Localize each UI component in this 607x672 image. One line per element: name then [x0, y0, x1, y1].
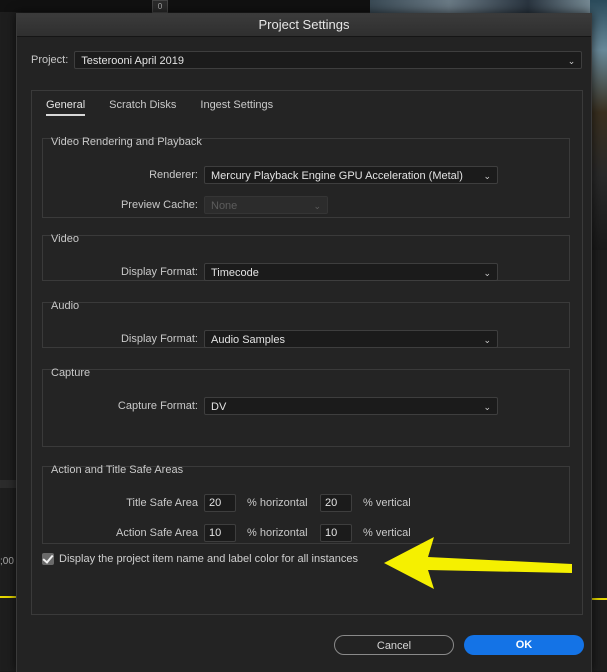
- annotation-arrow-icon: [384, 537, 572, 589]
- action-safe-label: Action Safe Area: [116, 527, 198, 539]
- audio-display-format-label: Display Format:: [120, 333, 198, 345]
- preview-cache-select: None ⌄: [204, 196, 328, 214]
- title-safe-vertical-unit: % vertical: [363, 497, 411, 509]
- chevron-down-icon: ⌄: [483, 402, 491, 412]
- title-safe-horizontal-input[interactable]: 20: [204, 494, 236, 512]
- title-safe-vertical-input[interactable]: 20: [320, 494, 352, 512]
- background-timecode: ;00: [0, 556, 14, 567]
- video-display-format-row: Display Format: Timecode ⌄: [42, 263, 498, 281]
- background-playhead-line-right: [590, 598, 607, 600]
- title-safe-row: Title Safe Area 20 % horizontal 20 % ver…: [42, 494, 411, 512]
- title-safe-horizontal-unit: % horizontal: [247, 497, 308, 509]
- chevron-down-icon: ⌄: [483, 268, 491, 278]
- video-display-format-label: Display Format:: [120, 266, 198, 278]
- display-label-color-checkbox[interactable]: [42, 553, 54, 565]
- ok-button[interactable]: OK: [464, 635, 584, 655]
- safe-areas-title: Action and Title Safe Areas: [51, 464, 184, 476]
- capture-format-select[interactable]: DV ⌄: [204, 397, 498, 415]
- preview-cache-value: None: [211, 200, 238, 212]
- video-rendering-title: Video Rendering and Playback: [51, 136, 202, 148]
- display-label-color-label: Display the project item name and label …: [59, 553, 358, 565]
- action-safe-horizontal-unit: % horizontal: [247, 527, 308, 539]
- chevron-down-icon: ⌄: [567, 56, 576, 66]
- dialog-title: Project Settings: [17, 14, 591, 37]
- background-playhead-line: [0, 596, 16, 598]
- action-safe-row: Action Safe Area 10 % horizontal 10 % ve…: [42, 524, 411, 542]
- renderer-value: Mercury Playback Engine GPU Acceleration…: [211, 170, 463, 182]
- chevron-down-icon: ⌄: [313, 201, 321, 211]
- background-video-edge: [590, 0, 607, 250]
- preview-cache-row: Preview Cache: None ⌄: [42, 196, 328, 214]
- project-row: Project: Testerooni April 2019 ⌄: [31, 50, 583, 70]
- tab-scratch-disks[interactable]: Scratch Disks: [109, 99, 176, 116]
- tab-ingest-settings[interactable]: Ingest Settings: [200, 99, 273, 116]
- capture-title: Capture: [51, 367, 91, 379]
- project-select[interactable]: Testerooni April 2019 ⌄: [74, 51, 583, 69]
- video-display-format-select[interactable]: Timecode ⌄: [204, 263, 498, 281]
- audio-display-format-row: Display Format: Audio Samples ⌄: [42, 330, 498, 348]
- audio-display-format-select[interactable]: Audio Samples ⌄: [204, 330, 498, 348]
- capture-format-row: Capture Format: DV ⌄: [42, 397, 498, 415]
- capture-format-label: Capture Format:: [117, 400, 198, 412]
- renderer-select[interactable]: Mercury Playback Engine GPU Acceleration…: [204, 166, 498, 184]
- video-display-format-value: Timecode: [211, 267, 259, 279]
- action-safe-vertical-input[interactable]: 10: [320, 524, 352, 542]
- display-label-color-option[interactable]: Display the project item name and label …: [42, 553, 358, 565]
- project-select-value: Testerooni April 2019: [81, 55, 185, 67]
- project-label: Project:: [31, 54, 69, 66]
- background-number-field: 0: [152, 0, 168, 13]
- tab-bar: General Scratch Disks Ingest Settings: [46, 99, 273, 116]
- audio-display-format-value: Audio Samples: [211, 334, 285, 346]
- background-video-preview: [370, 0, 607, 14]
- tab-general[interactable]: General: [46, 99, 86, 116]
- action-safe-horizontal-input[interactable]: 10: [204, 524, 236, 542]
- capture-format-value: DV: [211, 401, 227, 413]
- background-timeline-bar: [0, 480, 16, 488]
- renderer-row: Renderer: Mercury Playback Engine GPU Ac…: [42, 166, 498, 184]
- chevron-down-icon: ⌄: [483, 335, 491, 345]
- video-title: Video: [51, 233, 79, 245]
- cancel-button[interactable]: Cancel: [334, 635, 454, 655]
- renderer-label: Renderer:: [149, 169, 198, 181]
- title-safe-label: Title Safe Area: [126, 497, 198, 509]
- audio-title: Audio: [51, 300, 80, 312]
- chevron-down-icon: ⌄: [483, 171, 491, 181]
- preview-cache-label: Preview Cache:: [120, 199, 198, 211]
